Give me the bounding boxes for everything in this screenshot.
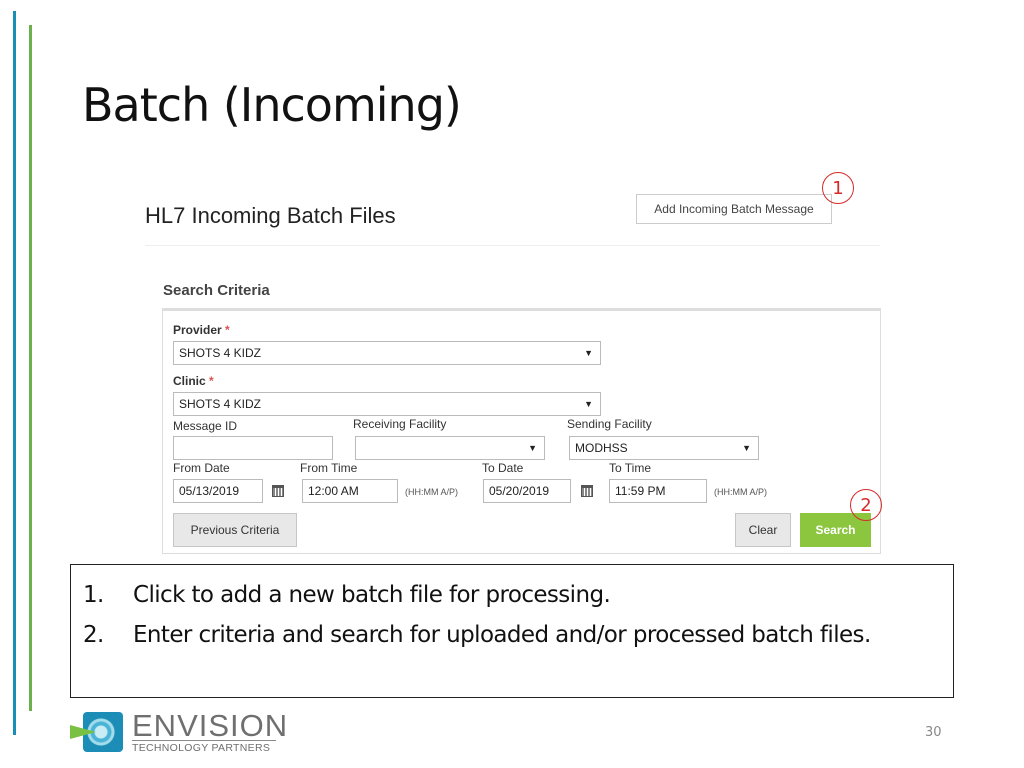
receiving-facility-select[interactable]: ▼ [355,436,545,460]
sending-facility-select-value: MODHSS [575,441,628,455]
logo-divider [132,740,276,741]
provider-label: Provider * [173,323,230,337]
search-criteria-panel: Provider * SHOTS 4 KIDZ ▼ Clinic * SHOTS… [162,308,881,554]
page-title: HL7 Incoming Batch Files [145,203,396,228]
from-date-input[interactable]: 05/13/2019 [173,479,263,503]
instruction-number: 2. [83,622,104,648]
chevron-down-icon: ▼ [528,443,537,453]
clinic-select-value: SHOTS 4 KIDZ [179,397,262,411]
envision-logo: ENVISION TECHNOLOGY PARTNERS [70,708,287,756]
instruction-item: 2. Enter criteria and search for uploade… [83,615,953,655]
logo-tagline: TECHNOLOGY PARTNERS [132,742,271,754]
from-time-label: From Time [300,461,358,475]
add-incoming-batch-message-button[interactable]: Add Incoming Batch Message [636,194,832,224]
accent-line-blue [13,11,16,735]
clinic-label: Clinic * [173,374,214,388]
chevron-down-icon: ▼ [584,348,593,358]
chevron-down-icon: ▼ [584,399,593,409]
message-id-input[interactable] [173,436,333,460]
header-divider [145,245,880,246]
clinic-label-text: Clinic [173,374,206,388]
provider-select-value: SHOTS 4 KIDZ [179,346,262,360]
to-time-input[interactable]: 11:59 PM [609,479,707,503]
to-date-label: To Date [482,461,524,475]
to-time-format-hint: (HH:MM A/P) [714,487,767,497]
sending-facility-label: Sending Facility [567,417,652,431]
slide-title: Batch (Incoming) [82,78,462,132]
callout-2: 2 [850,489,882,521]
provider-label-text: Provider [173,323,222,337]
receiving-facility-label: Receiving Facility [353,417,447,431]
instructions-box: 1. Click to add a new batch file for pro… [70,564,954,698]
chevron-down-icon: ▼ [742,443,751,453]
sending-facility-select[interactable]: MODHSS ▼ [569,436,759,460]
message-id-label: Message ID [173,419,238,433]
accent-line-green [29,25,32,711]
callout-1: 1 [822,172,854,204]
required-mark: * [225,323,230,337]
logo-arrow-icon [70,725,96,739]
previous-criteria-button[interactable]: Previous Criteria [173,513,297,547]
to-date-input[interactable]: 05/20/2019 [483,479,571,503]
search-criteria-heading: Search Criteria [163,282,270,299]
clinic-select[interactable]: SHOTS 4 KIDZ ▼ [173,392,601,416]
to-time-label: To Time [609,461,652,475]
page-number: 30 [925,725,942,740]
provider-select[interactable]: SHOTS 4 KIDZ ▼ [173,341,601,365]
instruction-text: Enter criteria and search for uploaded a… [133,622,871,648]
clear-button[interactable]: Clear [735,513,791,547]
logo-wordmark: ENVISION [132,708,289,743]
instruction-text: Click to add a new batch file for proces… [133,582,611,608]
calendar-icon[interactable] [272,485,284,497]
required-mark: * [209,374,214,388]
instruction-number: 1. [83,582,104,608]
from-time-input[interactable]: 12:00 AM [302,479,398,503]
instruction-item: 1. Click to add a new batch file for pro… [83,575,953,615]
from-date-label: From Date [173,461,230,475]
calendar-icon[interactable] [581,485,593,497]
from-time-format-hint: (HH:MM A/P) [405,487,458,497]
